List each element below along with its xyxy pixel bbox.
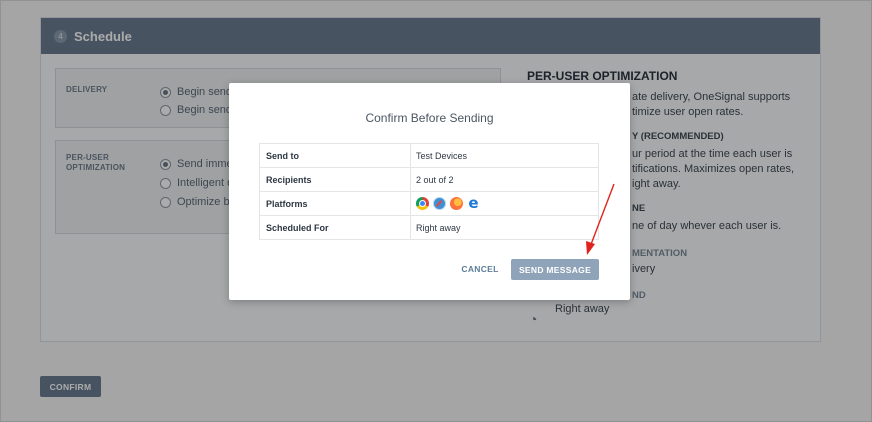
row-key: Recipients [259,167,411,192]
table-row: Recipients 2 out of 2 [259,167,599,192]
confirm-modal: Confirm Before Sending Send to Test Devi… [229,83,630,300]
send-details-table: Send to Test Devices Recipients 2 out of… [259,143,599,240]
row-value-platforms: e [410,191,599,216]
firefox-icon [450,197,463,210]
table-row: Send to Test Devices [259,143,599,168]
row-value: 2 out of 2 [410,167,599,192]
modal-title: Confirm Before Sending [365,111,494,125]
send-message-button[interactable]: SEND MESSAGE [511,259,599,280]
table-row: Scheduled For Right away [259,215,599,240]
safari-icon [433,197,446,210]
platform-icons: e [416,194,598,212]
cancel-button[interactable]: CANCEL [455,260,505,278]
row-key: Platforms [259,191,411,216]
row-value: Right away [410,215,599,240]
row-key: Scheduled For [259,215,411,240]
row-key: Send to [259,143,411,168]
chrome-icon [416,197,429,210]
table-row: Platforms e [259,191,599,216]
row-value: Test Devices [410,143,599,168]
edge-icon: e [468,194,479,212]
